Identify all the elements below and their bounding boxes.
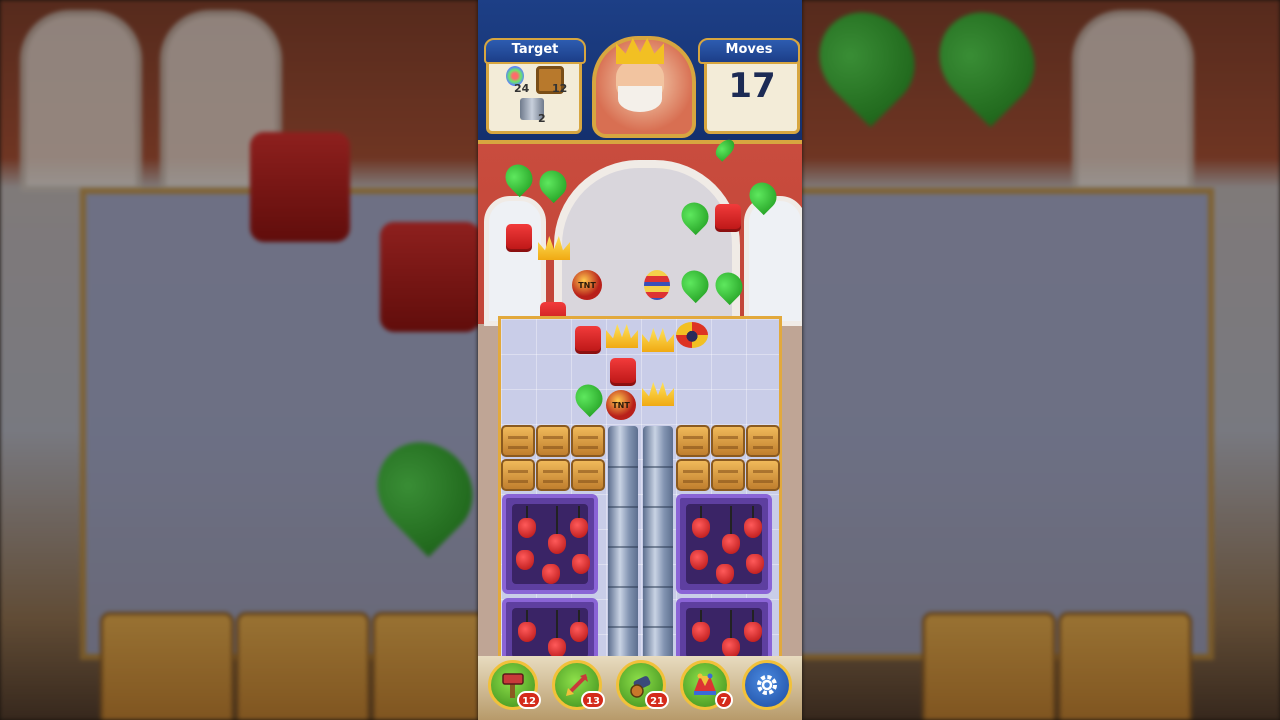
window <box>484 196 546 326</box>
moves-title: Moves <box>698 38 800 64</box>
wooden-crate[interactable] <box>676 459 710 491</box>
cannon-count: 21 <box>645 691 669 709</box>
arched-doorway <box>554 160 740 338</box>
punching-bag <box>744 518 762 538</box>
punching-bag <box>716 564 734 584</box>
punching-bag <box>548 534 566 554</box>
wooden-crate[interactable] <box>711 425 745 457</box>
target-count-potion: 24 <box>514 82 530 95</box>
punching-bag <box>548 638 566 658</box>
tnt-piece[interactable]: TNT <box>572 270 602 300</box>
hammer-booster-button[interactable]: 12 <box>488 660 541 710</box>
jester-count: 7 <box>715 691 733 709</box>
punching-bag <box>516 550 534 570</box>
target-count-pipe: 2 <box>538 112 546 125</box>
wooden-crate[interactable] <box>711 459 745 491</box>
jester-booster-button[interactable]: 7 <box>680 660 733 710</box>
punching-bag <box>692 622 710 642</box>
window <box>744 196 802 326</box>
wooden-crate[interactable] <box>676 425 710 457</box>
red-block-piece[interactable] <box>610 358 636 386</box>
target-title: Target <box>484 38 586 64</box>
target-count-box: 12 <box>552 82 568 95</box>
punching-bag <box>518 518 536 538</box>
wooden-crate[interactable] <box>536 459 570 491</box>
king-beard <box>618 86 662 112</box>
wooden-crate[interactable] <box>536 425 570 457</box>
wooden-crate[interactable] <box>571 459 605 491</box>
gear-icon <box>757 675 777 695</box>
punching-bag <box>744 622 762 642</box>
arrow-count: 13 <box>581 691 605 709</box>
top-bar: Target 24 12 2 Moves 17 <box>478 0 802 144</box>
wooden-crate[interactable] <box>501 459 535 491</box>
cannon-booster-button[interactable]: 21 <box>616 660 669 710</box>
metal-pipe[interactable] <box>608 426 638 662</box>
striped-ball-piece[interactable] <box>644 270 670 300</box>
wooden-crate[interactable] <box>746 459 780 491</box>
hammer-count: 12 <box>517 691 541 709</box>
punching-bag <box>570 518 588 538</box>
tnt-label: TNT <box>578 280 596 290</box>
punching-bag <box>518 622 536 642</box>
punching-bag-cage[interactable] <box>676 494 772 594</box>
tnt-piece[interactable]: TNT <box>606 390 636 420</box>
arrow-booster-button[interactable]: 13 <box>552 660 605 710</box>
settings-button[interactable] <box>742 660 792 710</box>
punching-bag <box>690 550 708 570</box>
punching-bag-cage[interactable] <box>502 494 598 594</box>
punching-bag <box>722 534 740 554</box>
wooden-crate[interactable] <box>571 425 605 457</box>
punching-bag <box>542 564 560 584</box>
game-screen: Target 24 12 2 Moves 17 TNT TNT 12 13 21… <box>478 0 802 720</box>
moves-counter: 17 <box>728 66 776 106</box>
metal-pipe[interactable] <box>643 426 673 662</box>
red-block-piece[interactable] <box>506 224 532 252</box>
wooden-crate[interactable] <box>501 425 535 457</box>
red-block-piece[interactable] <box>575 326 601 354</box>
tnt-label: TNT <box>612 400 630 410</box>
punching-bag <box>572 554 590 574</box>
punching-bag <box>570 622 588 642</box>
red-block-piece[interactable] <box>715 204 741 232</box>
booster-bar: 12 13 21 7 <box>478 656 802 720</box>
propeller-piece[interactable] <box>676 322 708 348</box>
punching-bag <box>692 518 710 538</box>
punching-bag <box>722 638 740 658</box>
wooden-crate[interactable] <box>746 425 780 457</box>
punching-bag <box>746 554 764 574</box>
